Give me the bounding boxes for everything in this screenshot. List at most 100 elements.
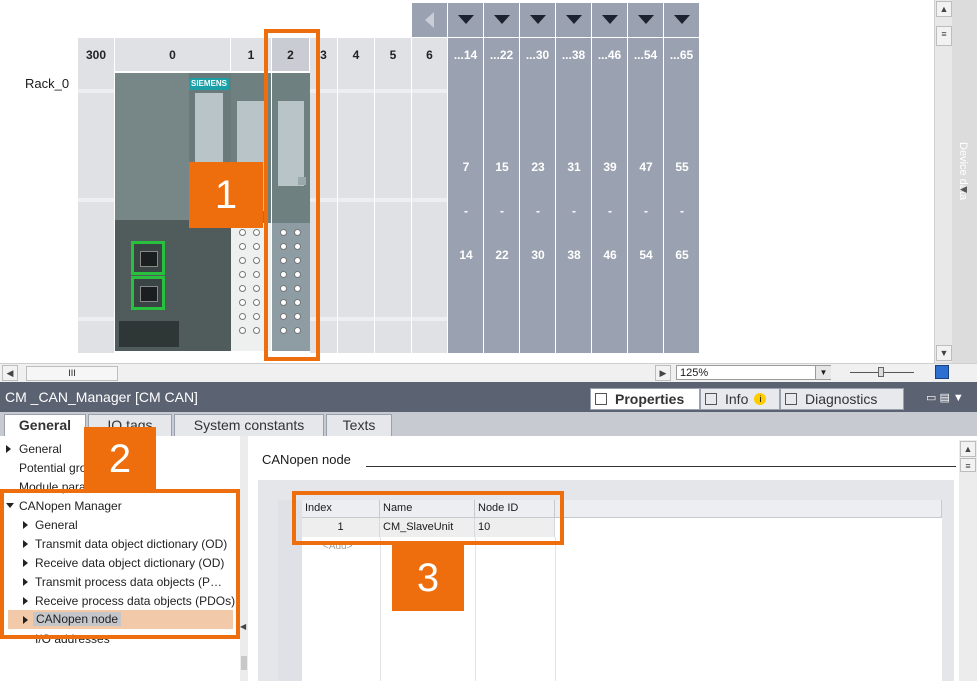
device-view[interactable]: 300 0 1 2 3 4 5 6 ...14 ...22 ...30 ...3… <box>0 0 934 363</box>
range-separator: - <box>536 204 540 218</box>
slot-header-6[interactable]: 6 <box>412 38 448 71</box>
expand-arrow-65[interactable] <box>664 3 700 37</box>
cpu-connector <box>119 321 179 347</box>
range-start-label: 7 <box>462 160 470 174</box>
slot-header-14[interactable]: ...14 <box>448 38 484 71</box>
properties-tab[interactable]: Properties <box>590 388 700 410</box>
tab-system-constants[interactable]: System constants <box>174 414 324 436</box>
slot-header-0[interactable]: 0 <box>115 38 231 71</box>
horizontal-scroll-thumb[interactable]: III <box>26 366 118 381</box>
column-header-empty <box>555 500 942 518</box>
rack-label: Rack_0 <box>25 76 70 91</box>
expand-arrow-46[interactable] <box>592 3 628 37</box>
expand-arrow-30[interactable] <box>520 3 556 37</box>
zoom-slider-handle[interactable] <box>878 367 884 377</box>
highlight-frame-slot-2 <box>264 29 320 361</box>
tab-texts[interactable]: Texts <box>326 414 392 436</box>
triangle-down-icon <box>458 15 474 24</box>
range-start-label: 15 <box>495 160 509 174</box>
slot-header-5[interactable]: 5 <box>375 38 412 71</box>
triangle-down-icon <box>530 15 546 24</box>
grid-column-line <box>475 537 476 681</box>
triangle-down-icon <box>674 15 690 24</box>
content-vertical-scrollbar[interactable]: ▲ ≡ <box>959 440 977 681</box>
scroll-up-icon[interactable]: ▲ <box>936 1 952 17</box>
range-separator: - <box>500 204 504 218</box>
highlight-frame-nav <box>0 489 240 639</box>
slot-header-46[interactable]: ...46 <box>592 38 628 71</box>
range-separator: - <box>644 204 648 218</box>
triangle-down-icon <box>602 15 618 24</box>
cpu-front-panel <box>115 73 189 220</box>
scroll-left-icon[interactable]: ◀ <box>2 365 18 381</box>
range-start-label: 23 <box>531 160 545 174</box>
triangle-down-icon <box>638 15 654 24</box>
nav-scrollbar[interactable]: ◀ <box>240 436 248 681</box>
info-tab[interactable]: Info i <box>700 388 780 410</box>
nav-scroll-thumb[interactable] <box>241 656 247 670</box>
siemens-logo: SIEMENS <box>189 78 229 90</box>
triangle-down-icon <box>566 15 582 24</box>
callout-3: 3 <box>392 545 464 611</box>
callout-2: 2 <box>84 427 156 491</box>
range-end-label: 30 <box>531 248 545 262</box>
info-tab-label: Info <box>725 391 749 407</box>
nav-scroll-left-icon[interactable]: ◀ <box>240 622 246 631</box>
grid-column-line <box>380 537 381 681</box>
ethernet-port-1[interactable] <box>131 241 165 275</box>
range-start-label: 47 <box>639 160 653 174</box>
expand-arrow-38[interactable] <box>556 3 592 37</box>
tab-general[interactable]: General <box>4 414 86 436</box>
scroll-thumb[interactable]: ≡ <box>936 26 952 46</box>
slot-header-300[interactable]: 300 <box>78 38 115 71</box>
side-collapse-icon[interactable]: ◀ <box>960 184 967 195</box>
scroll-up-icon[interactable]: ▲ <box>960 441 976 457</box>
grid-column-line <box>555 537 556 681</box>
expand-arrow-14[interactable] <box>448 3 484 37</box>
slot-header-22[interactable]: ...22 <box>484 38 520 71</box>
scroll-down-icon[interactable]: ▼ <box>936 345 952 361</box>
callout-1: 1 <box>189 162 263 228</box>
slot-300-body[interactable] <box>78 71 115 353</box>
rj45-icon <box>140 251 158 267</box>
zoom-dropdown-icon[interactable]: ▼ <box>815 366 831 379</box>
range-separator: - <box>464 204 468 218</box>
scroll-left-arrow[interactable] <box>412 3 448 37</box>
overview-navigation-icon[interactable] <box>935 365 949 379</box>
range-end-label: 14 <box>459 248 473 262</box>
info-warning-icon: i <box>754 393 767 405</box>
ethernet-port-2[interactable] <box>131 276 165 310</box>
properties-icon <box>595 393 607 405</box>
rj45-icon <box>140 286 158 302</box>
slot-header-4[interactable]: 4 <box>338 38 375 71</box>
range-end-label: 22 <box>495 248 509 262</box>
nav-item-general[interactable]: General <box>19 442 62 456</box>
triangle-down-icon <box>494 15 510 24</box>
slot-4-body[interactable] <box>338 71 375 353</box>
expand-arrow-22[interactable] <box>484 3 520 37</box>
range-end-label: 54 <box>639 248 653 262</box>
expand-arrow-54[interactable] <box>628 3 664 37</box>
scroll-right-icon[interactable]: ▶ <box>655 365 671 381</box>
slot-header-54[interactable]: ...54 <box>628 38 664 71</box>
panel-options-icon[interactable]: ▭ ▤ ▼ <box>926 391 964 404</box>
section-divider <box>366 466 956 467</box>
section-title: CANopen node <box>262 452 351 467</box>
slot-5-body[interactable] <box>375 71 412 353</box>
inspector-title: CM _CAN_Manager [CM CAN] <box>5 389 198 405</box>
range-separator: - <box>680 204 684 218</box>
diagnostics-tab[interactable]: Diagnostics <box>780 388 904 410</box>
range-separator: - <box>608 204 612 218</box>
slot-header-30[interactable]: ...30 <box>520 38 556 71</box>
device-vertical-scrollbar[interactable]: ▲ ≡ ▼ <box>934 0 953 363</box>
slot-6-body[interactable] <box>412 71 448 353</box>
slot-header-38[interactable]: ...38 <box>556 38 592 71</box>
range-end-label: 38 <box>567 248 581 262</box>
range-start-label: 55 <box>675 160 689 174</box>
slot-header-65[interactable]: ...65 <box>664 38 700 71</box>
info-icon <box>705 393 717 405</box>
content-scroll-thumb[interactable]: ≡ <box>960 458 976 472</box>
zoom-select[interactable]: 125% <box>676 365 831 380</box>
properties-tab-label: Properties <box>615 391 685 407</box>
expand-arrow-icon[interactable] <box>6 445 11 453</box>
